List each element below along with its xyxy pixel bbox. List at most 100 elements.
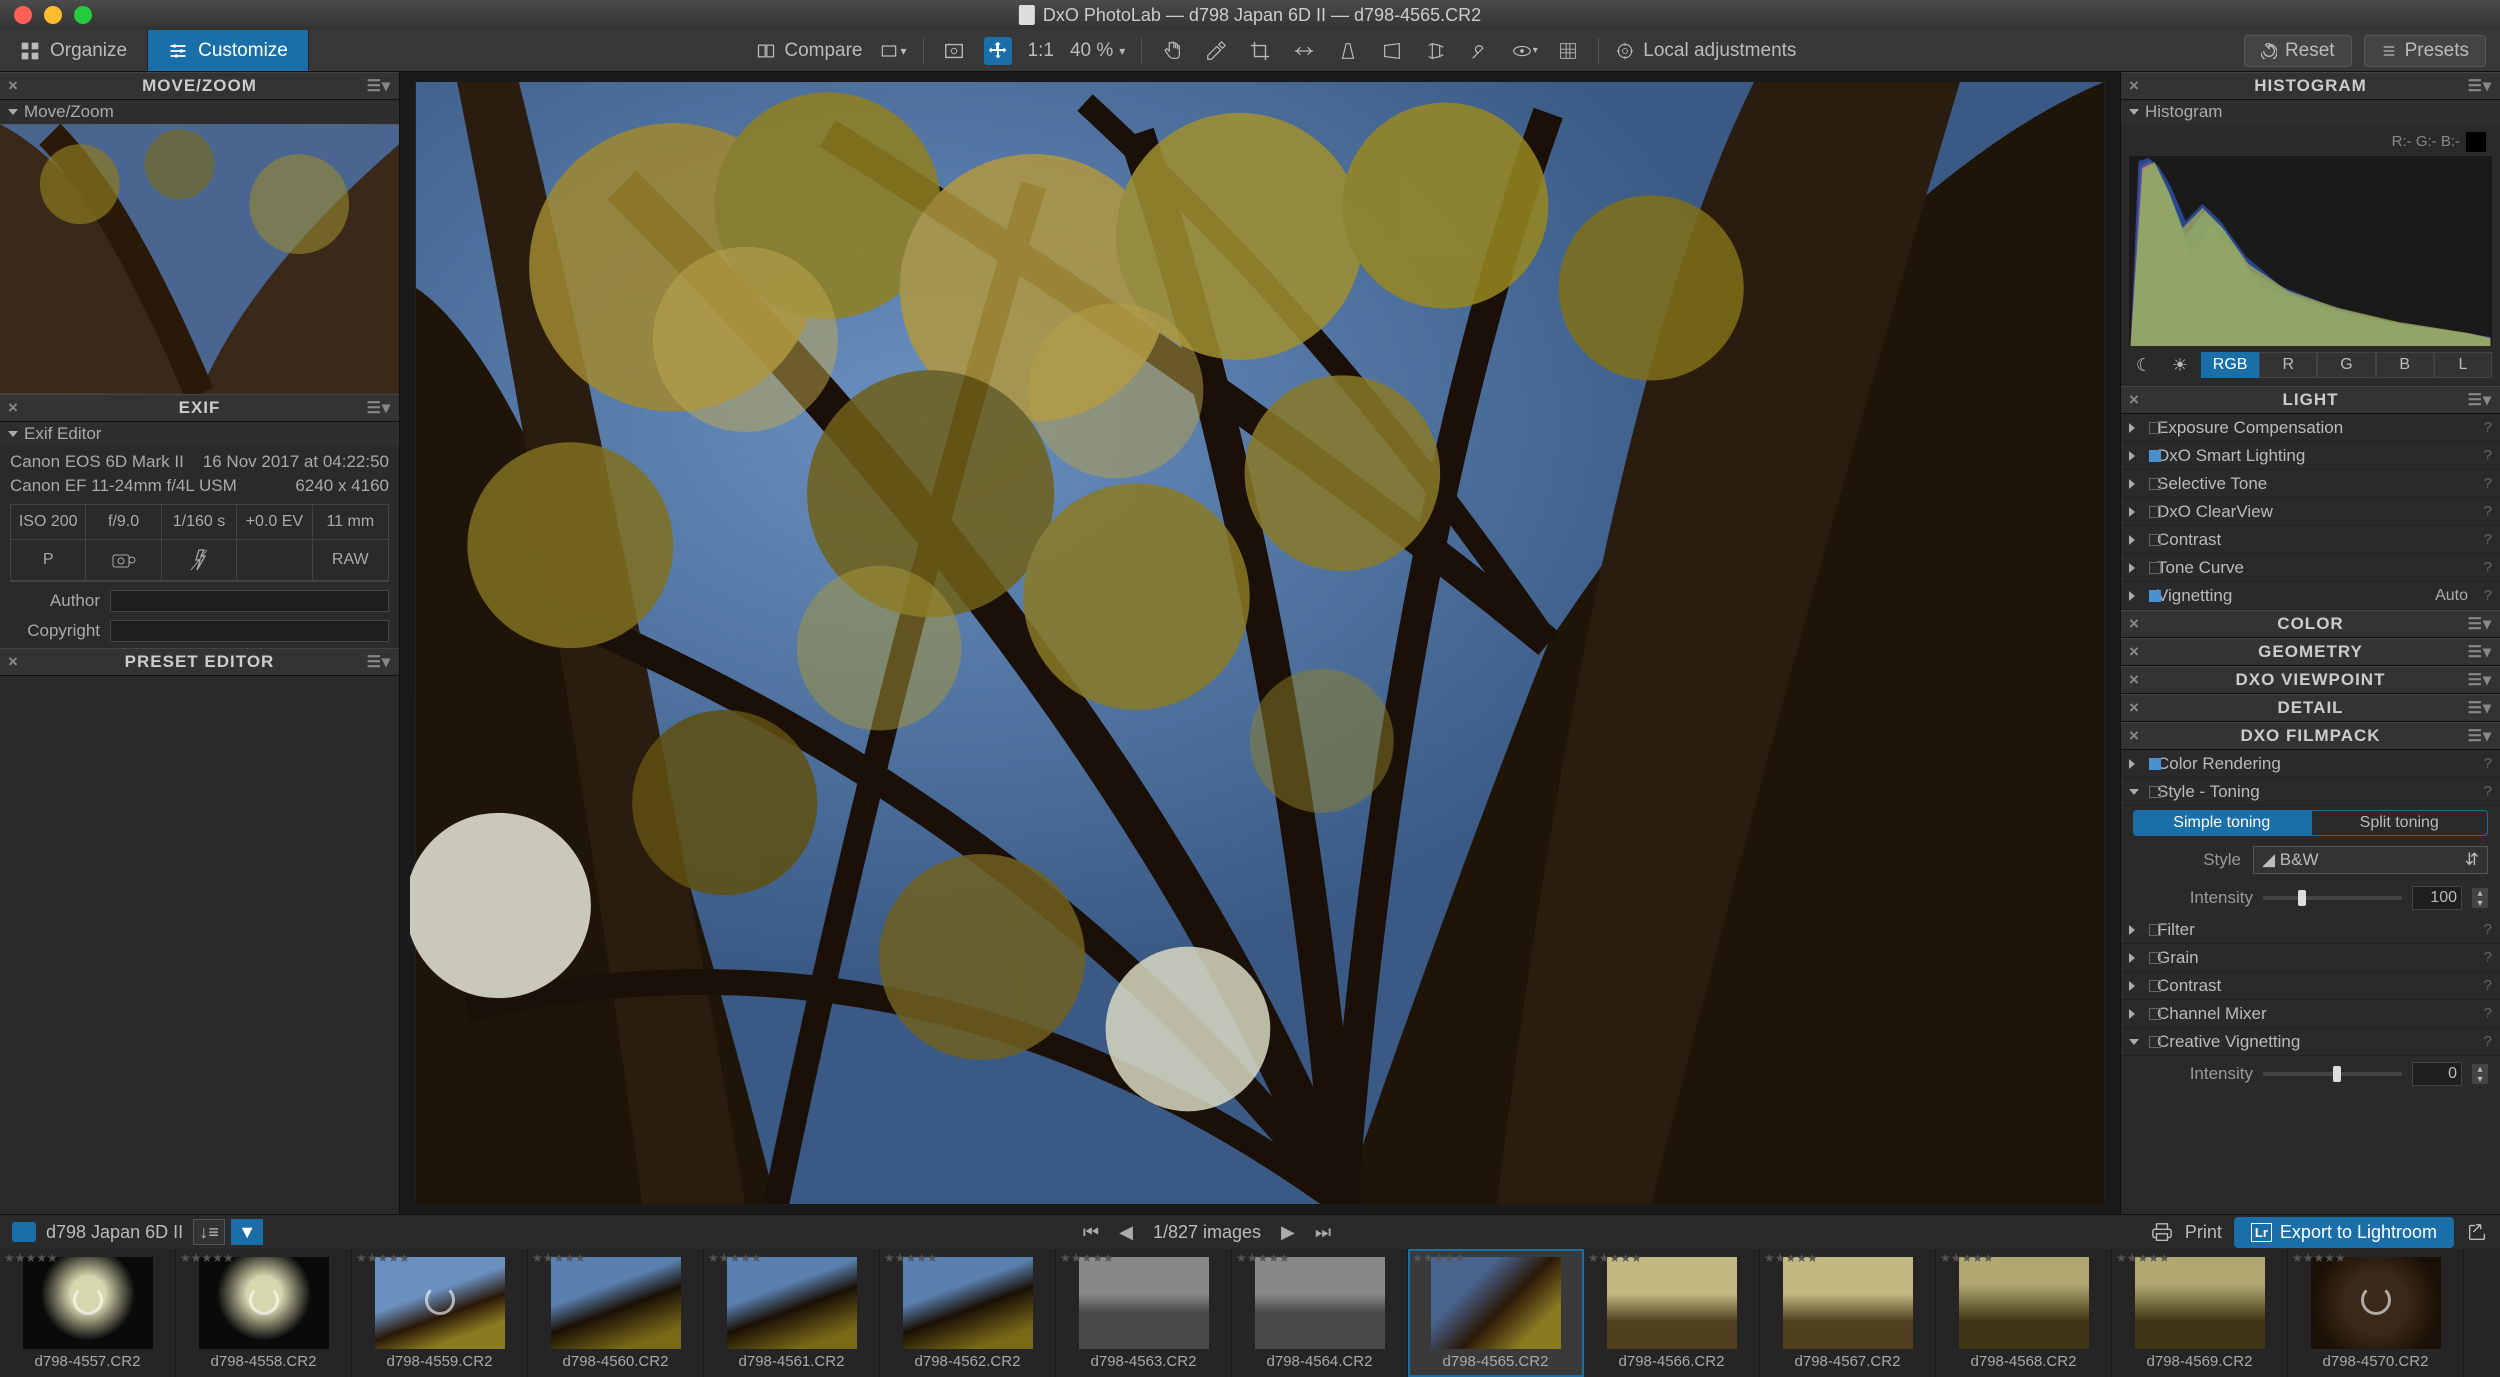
- next-image-button[interactable]: ▶: [1281, 1222, 1295, 1243]
- vignette-intensity-slider[interactable]: [2263, 1072, 2402, 1076]
- thumbnail[interactable]: ★★★★★d798-4557.CR2: [0, 1249, 176, 1377]
- close-panel-icon[interactable]: ×: [2129, 670, 2140, 690]
- checkbox[interactable]: [2149, 758, 2161, 770]
- filmpack-channel-mixer[interactable]: Channel Mixer?: [2121, 1000, 2500, 1028]
- close-panel-icon[interactable]: ×: [8, 398, 19, 418]
- checkbox[interactable]: [2149, 952, 2161, 964]
- checkbox[interactable]: [2149, 478, 2161, 490]
- copyright-field[interactable]: [110, 620, 389, 642]
- light-vignetting[interactable]: VignettingAuto?: [2121, 582, 2500, 610]
- panel-menu-icon[interactable]: ☰▾: [2468, 390, 2492, 410]
- histogram-graph[interactable]: [2129, 156, 2492, 346]
- histogram-subheader[interactable]: Histogram: [2121, 100, 2500, 124]
- share-icon[interactable]: [2466, 1221, 2488, 1243]
- vignette-intensity-value[interactable]: 0: [2412, 1062, 2462, 1086]
- rating-stars[interactable]: ★★★★★: [4, 1251, 58, 1265]
- close-panel-icon[interactable]: ×: [2129, 698, 2140, 718]
- thumbnail[interactable]: ★★★★★d798-4562.CR2: [880, 1249, 1056, 1377]
- perspective-tool-button[interactable]: [1334, 37, 1362, 65]
- horizon-tool-button[interactable]: [1290, 37, 1318, 65]
- filter-button[interactable]: ▼: [231, 1219, 263, 1245]
- organize-tab[interactable]: Organize: [0, 30, 148, 71]
- panel-menu-icon[interactable]: ☰▾: [2468, 642, 2492, 662]
- checkbox[interactable]: [2149, 590, 2161, 602]
- checkbox[interactable]: [2149, 534, 2161, 546]
- thumbnail[interactable]: ★★★★★d798-4560.CR2: [528, 1249, 704, 1377]
- move-tool-button[interactable]: [984, 37, 1012, 65]
- checkbox[interactable]: [2149, 506, 2161, 518]
- filmpack-grain[interactable]: Grain?: [2121, 944, 2500, 972]
- movezoom-subheader[interactable]: Move/Zoom: [0, 100, 399, 124]
- toning-tab-simple-toning[interactable]: Simple toning: [2133, 810, 2311, 836]
- light-dxo-smart-lighting[interactable]: DxO Smart Lighting?: [2121, 442, 2500, 470]
- thumbnail[interactable]: ★★★★★d798-4558.CR2: [176, 1249, 352, 1377]
- close-panel-icon[interactable]: ×: [2129, 726, 2140, 746]
- shadow-clip-button[interactable]: ☾: [2129, 352, 2159, 378]
- rating-stars[interactable]: ★★★★★: [2292, 1251, 2346, 1265]
- thumbnail[interactable]: ★★★★★d798-4564.CR2: [1232, 1249, 1408, 1377]
- rating-stars[interactable]: ★★★★★: [356, 1251, 410, 1265]
- fit-screen-button[interactable]: [940, 37, 968, 65]
- crop-tool-button[interactable]: [1246, 37, 1274, 65]
- maximize-window-button[interactable]: [74, 6, 92, 24]
- thumbnail[interactable]: ★★★★★d798-4565.CR2: [1408, 1249, 1584, 1377]
- author-field[interactable]: [110, 590, 389, 612]
- rating-stars[interactable]: ★★★★★: [1764, 1251, 1818, 1265]
- rating-stars[interactable]: ★★★★★: [1412, 1251, 1466, 1265]
- checkbox[interactable]: [2149, 980, 2161, 992]
- light-exposure-compensation[interactable]: Exposure Compensation?: [2121, 414, 2500, 442]
- light-selective-tone[interactable]: Selective Tone?: [2121, 470, 2500, 498]
- style-select[interactable]: ◢ B&W⇵: [2253, 846, 2488, 874]
- zoom-level-dropdown[interactable]: 40 %▾: [1070, 40, 1125, 62]
- histogram-channel-r[interactable]: R: [2259, 352, 2317, 378]
- panel-menu-icon[interactable]: ☰▾: [367, 652, 391, 672]
- print-button[interactable]: Print: [2185, 1222, 2222, 1243]
- close-panel-icon[interactable]: ×: [2129, 642, 2140, 662]
- thumbnail[interactable]: ★★★★★d798-4569.CR2: [2112, 1249, 2288, 1377]
- prev-image-button[interactable]: ◀: [1119, 1222, 1133, 1243]
- customize-tab[interactable]: Customize: [148, 30, 309, 71]
- histogram-channel-l[interactable]: L: [2434, 352, 2492, 378]
- checkbox[interactable]: [2149, 422, 2161, 434]
- thumbnail[interactable]: ★★★★★d798-4568.CR2: [1936, 1249, 2112, 1377]
- highlight-clip-button[interactable]: ☀: [2165, 352, 2195, 378]
- hand-tool-button[interactable]: [1158, 37, 1186, 65]
- stepper-down[interactable]: ▾: [2472, 898, 2488, 908]
- rating-stars[interactable]: ★★★★★: [180, 1251, 234, 1265]
- first-image-button[interactable]: ⏮: [1083, 1222, 1099, 1243]
- image-viewer[interactable]: [400, 72, 2120, 1214]
- thumbnail[interactable]: ★★★★★d798-4566.CR2: [1584, 1249, 1760, 1377]
- local-adjustments-button[interactable]: Local adjustments: [1615, 40, 1796, 62]
- rating-stars[interactable]: ★★★★★: [1060, 1251, 1114, 1265]
- stepper-up[interactable]: ▴: [2472, 888, 2488, 898]
- close-panel-icon[interactable]: ×: [2129, 76, 2140, 96]
- panel-menu-icon[interactable]: ☰▾: [367, 398, 391, 418]
- panel-menu-icon[interactable]: ☰▾: [2468, 698, 2492, 718]
- checkbox[interactable]: [2149, 786, 2161, 798]
- rating-stars[interactable]: ★★★★★: [2116, 1251, 2170, 1265]
- panel-menu-icon[interactable]: ☰▾: [367, 76, 391, 96]
- filmpack-filter[interactable]: Filter?: [2121, 916, 2500, 944]
- toning-tab-split-toning[interactable]: Split toning: [2311, 810, 2489, 836]
- histogram-channel-rgb[interactable]: RGB: [2201, 352, 2259, 378]
- intensity-value[interactable]: 100: [2412, 886, 2462, 910]
- layout-dropdown[interactable]: ▾: [879, 37, 907, 65]
- filmpack-contrast[interactable]: Contrast?: [2121, 972, 2500, 1000]
- presets-button[interactable]: Presets: [2364, 35, 2486, 67]
- movezoom-thumbnail[interactable]: [0, 124, 399, 394]
- rating-stars[interactable]: ★★★★★: [1588, 1251, 1642, 1265]
- compare-button[interactable]: Compare: [756, 40, 862, 62]
- rating-stars[interactable]: ★★★★★: [884, 1251, 938, 1265]
- exif-subheader[interactable]: Exif Editor: [0, 422, 399, 446]
- reset-button[interactable]: Reset: [2244, 35, 2352, 67]
- checkbox[interactable]: [2149, 924, 2161, 936]
- filmpack-color-rendering[interactable]: Color Rendering?: [2121, 750, 2500, 778]
- histogram-channel-b[interactable]: B: [2376, 352, 2434, 378]
- rating-stars[interactable]: ★★★★★: [1940, 1251, 1994, 1265]
- panel-menu-icon[interactable]: ☰▾: [2468, 76, 2492, 96]
- light-tone-curve[interactable]: Tone Curve?: [2121, 554, 2500, 582]
- checkbox[interactable]: [2149, 450, 2161, 462]
- light-contrast[interactable]: Contrast?: [2121, 526, 2500, 554]
- perspective-8pt-button[interactable]: [1422, 37, 1450, 65]
- thumbnail[interactable]: ★★★★★d798-4561.CR2: [704, 1249, 880, 1377]
